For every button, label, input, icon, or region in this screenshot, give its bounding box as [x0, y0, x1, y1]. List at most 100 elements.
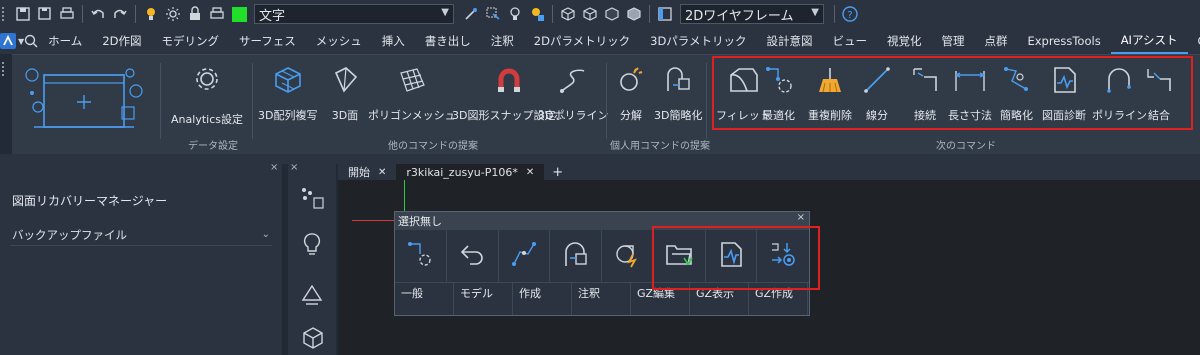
bulb-icon[interactable] — [140, 3, 162, 25]
tab-13[interactable]: 管理 — [931, 28, 974, 54]
quad-title-bar: 選択無し × — [395, 212, 809, 230]
close-icon[interactable]: ✕ — [378, 167, 386, 178]
panel-icon[interactable] — [654, 3, 676, 25]
quad-button-6[interactable] — [706, 230, 758, 282]
sun-icon[interactable] — [162, 3, 184, 25]
next-command-button-4[interactable]: 接続 — [910, 65, 940, 123]
tab-0[interactable]: ホーム — [38, 28, 92, 54]
box-icon[interactable] — [302, 326, 324, 354]
help-icon[interactable]: ? — [839, 3, 861, 25]
print-icon[interactable] — [56, 3, 78, 25]
quick-access-toolbar: 文字 ▼ 2Dワイヤフレーム ▼ ? — [0, 0, 1200, 28]
cube3-icon[interactable] — [601, 3, 623, 25]
next-command-button-6[interactable]: 簡略化 — [1000, 65, 1033, 123]
cube4-icon[interactable] — [623, 3, 645, 25]
redo-icon[interactable] — [109, 3, 131, 25]
next-command-button-5[interactable]: 長さ寸法 — [948, 65, 992, 123]
quad-label-1[interactable]: モデル — [454, 283, 513, 315]
other-suggest-button-2[interactable]: ポリゴンメッシュ — [368, 65, 456, 123]
other-suggest-button-label-4: 3Dポリライン — [538, 109, 609, 122]
search-icon[interactable] — [24, 34, 38, 48]
tree-icon[interactable] — [300, 186, 326, 214]
text-style-value: 文字 — [259, 8, 286, 24]
ribbon-grip[interactable] — [2, 62, 6, 76]
quad-button-7[interactable] — [757, 230, 809, 282]
quad-button-2[interactable] — [499, 230, 551, 282]
tab-10[interactable]: 設計意図 — [756, 28, 822, 54]
quad-label-0[interactable]: 一般 — [395, 283, 454, 315]
doc-tab-0[interactable]: 開始 ✕ — [338, 164, 396, 180]
next-command-button-label-8: ポリライン — [1092, 109, 1147, 122]
plot-icon[interactable] — [206, 3, 228, 25]
bulb-select-icon[interactable] — [504, 3, 526, 25]
quad-label-6[interactable]: GZ作成 — [749, 283, 808, 315]
quad-button-1[interactable] — [447, 230, 499, 282]
next-command-button-1[interactable]: 最適化 — [762, 65, 795, 123]
quad-button-3[interactable] — [550, 230, 603, 282]
next-command-button-label-4: 接続 — [914, 109, 936, 122]
tab-15[interactable]: ExpressTools — [1017, 28, 1110, 54]
tab-14[interactable]: 点群 — [974, 28, 1017, 54]
doc-tab-1[interactable]: r3kikai_zusyu-P106* ✕ — [396, 164, 545, 180]
materials-icon[interactable] — [300, 282, 324, 310]
select-icon[interactable] — [482, 3, 504, 25]
bulb-icon[interactable] — [302, 232, 322, 262]
tab-1[interactable]: 2D作図 — [92, 28, 151, 54]
other-suggest-button-0[interactable]: 3D配列複写 — [258, 65, 317, 123]
other-suggest-button-4[interactable]: 3Dポリライン — [538, 65, 608, 123]
save-as-icon[interactable] — [34, 3, 56, 25]
bulb-lock-icon[interactable] — [526, 3, 548, 25]
new-tab-button[interactable]: + — [544, 165, 571, 180]
close-icon[interactable]: × — [290, 162, 298, 173]
next-command-button-2[interactable]: 重複削除 — [808, 65, 852, 123]
tab-11[interactable]: ビュー — [822, 28, 877, 54]
cube-icon[interactable] — [557, 3, 579, 25]
tab-9[interactable]: 3Dパラメトリック — [640, 28, 756, 54]
quad-button-5[interactable] — [654, 230, 706, 282]
cube2-icon[interactable] — [579, 3, 601, 25]
quad-button-4[interactable] — [602, 230, 654, 282]
undo-icon[interactable] — [87, 3, 109, 25]
tab-2[interactable]: モデリング — [151, 28, 229, 54]
tab-12[interactable]: 視覚化 — [877, 28, 932, 54]
quad-button-0[interactable] — [395, 230, 447, 282]
toolbar-grip[interactable] — [2, 7, 6, 21]
next-command-button-9[interactable]: 結合 — [1144, 65, 1174, 123]
personal-suggest-button-0[interactable]: 分解 — [616, 65, 646, 123]
visual-style-value: 2Dワイヤフレーム — [685, 8, 794, 24]
tab-5[interactable]: 挿入 — [372, 28, 415, 54]
app-menu-button[interactable]: ▼ — [0, 33, 24, 49]
close-icon[interactable]: × — [270, 162, 278, 173]
tab-17[interactable]: Gizmo — [1188, 28, 1200, 54]
tab-3[interactable]: サーフェス — [229, 28, 306, 54]
tab-8[interactable]: 2Dパラメトリック — [524, 28, 640, 54]
quad-label-4[interactable]: GZ編集 — [631, 283, 690, 315]
color-swatch[interactable] — [231, 6, 247, 22]
quad-label-3[interactable]: 注釈 — [572, 283, 631, 315]
color-swatch-icon[interactable] — [228, 3, 250, 25]
lock-icon[interactable] — [184, 3, 206, 25]
tab-7[interactable]: 注釈 — [481, 28, 524, 54]
other-suggest-button-1[interactable]: 3D面 — [330, 65, 360, 123]
next-command-button-7[interactable]: 図面診断 — [1042, 65, 1086, 123]
wand-icon[interactable] — [460, 3, 482, 25]
text-style-select[interactable]: 文字 ▼ — [254, 4, 454, 24]
analytics-settings-button[interactable]: Analytics設定 — [171, 65, 243, 127]
create-icon — [510, 240, 538, 272]
visual-style-select[interactable]: 2Dワイヤフレーム ▼ — [680, 4, 824, 24]
backup-files-section[interactable]: バックアップファイル ⌄ — [10, 224, 272, 246]
next-command-button-8[interactable]: ポリライン — [1092, 65, 1147, 123]
close-icon[interactable]: × — [797, 212, 805, 223]
quad-label-2[interactable]: 作成 — [513, 283, 572, 315]
next-command-button-3[interactable]: 線分 — [862, 65, 892, 123]
next-command-button-label-2: 重複削除 — [808, 109, 852, 122]
personal-suggest-button-1[interactable]: 3D簡略化 — [654, 65, 702, 123]
tab-4[interactable]: メッシュ — [306, 28, 372, 54]
close-icon[interactable]: ✕ — [526, 167, 534, 178]
tab-16[interactable]: AIアシスト — [1110, 28, 1188, 54]
quad-label-5[interactable]: GZ表示 — [690, 283, 749, 315]
quad-labels: 一般 モデル 作成 注釈 GZ編集 GZ表示 GZ作成 — [395, 282, 809, 315]
tab-6[interactable]: 書き出し — [415, 28, 481, 54]
fillet-icon — [727, 65, 759, 97]
save-icon[interactable] — [12, 3, 34, 25]
